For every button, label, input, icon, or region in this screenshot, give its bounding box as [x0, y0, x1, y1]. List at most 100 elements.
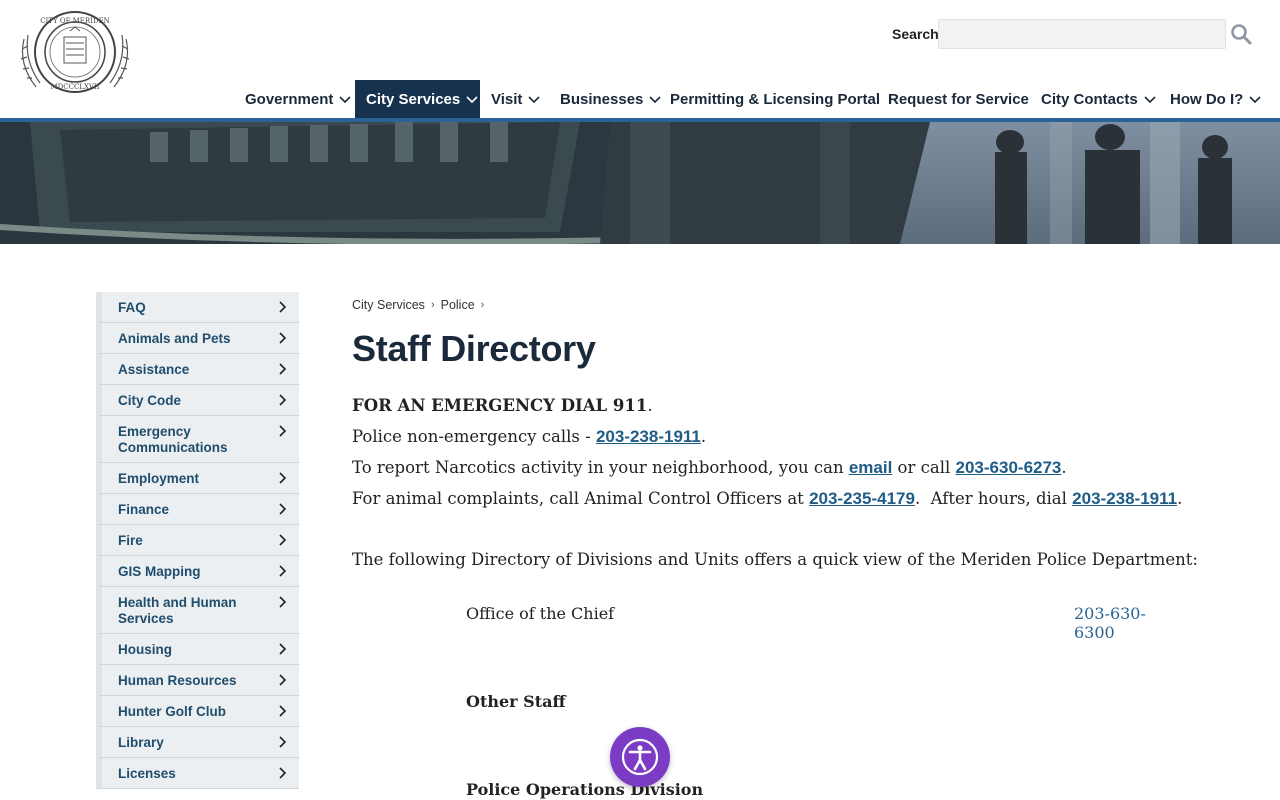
nav-item-visit[interactable]: Visit	[491, 80, 540, 118]
after-hours-phone-link[interactable]: 203-238-1911	[1072, 489, 1177, 508]
sidebar-item-fire[interactable]: Fire	[96, 525, 299, 556]
non-emergency-phone-link[interactable]: 203-238-1911	[596, 427, 701, 446]
sidebar-item-label: Health and Human Services	[118, 595, 237, 626]
nav-label: Permitting & Licensing Portal	[670, 90, 881, 108]
chevron-down-icon	[528, 96, 540, 104]
narcotics-text: To report Narcotics activity in your nei…	[352, 458, 849, 477]
chevron-right-icon	[279, 472, 287, 484]
sidebar-item-label: Emergency Communications	[118, 424, 228, 455]
chevron-right-icon	[279, 301, 287, 313]
site-header: CITY OF MERIDEN MDCCCLXVII Search Govern…	[0, 0, 1280, 118]
sidebar-item-label: Animals and Pets	[118, 331, 231, 346]
page-body: FOR AN EMERGENCY DIAL 911. Police non-em…	[352, 390, 1232, 575]
sidebar-item-label: Fire	[118, 533, 143, 548]
nav-item-how-do-i[interactable]: How Do I?	[1170, 80, 1261, 118]
sidebar-item-health-and-human-services[interactable]: Health and Human Services	[96, 587, 299, 634]
non-emergency-line: Police non-emergency calls - 203-238-191…	[352, 421, 1232, 452]
nav-label: City Contacts	[1041, 90, 1138, 108]
chevron-right-icon	[279, 394, 287, 406]
sidebar-item-faq[interactable]: FAQ	[96, 292, 299, 323]
chevron-down-icon	[1249, 96, 1261, 104]
section-heading-other-staff: Other Staff	[466, 692, 566, 711]
sidebar-item-label: Hunter Golf Club	[118, 704, 226, 719]
chevron-right-icon	[279, 332, 287, 344]
animal-text: For animal complaints, call Animal Contr…	[352, 489, 810, 508]
sidebar-item-assistance[interactable]: Assistance	[96, 354, 299, 385]
nav-label: Government	[245, 90, 334, 108]
chevron-right-icon	[279, 534, 287, 546]
sidebar-item-label: Human Resources	[118, 673, 237, 688]
nav-label: Businesses	[560, 90, 644, 108]
sidebar-item-licenses[interactable]: Licenses	[96, 758, 299, 789]
sidebar-item-label: GIS Mapping	[118, 564, 201, 579]
chevron-down-icon	[466, 96, 478, 104]
sidebar-item-animals-and-pets[interactable]: Animals and Pets	[96, 323, 299, 354]
chevron-right-icon	[279, 643, 287, 655]
sidebar-item-housing[interactable]: Housing	[96, 634, 299, 665]
email-link[interactable]: email	[849, 458, 892, 477]
sidebar-item-label: FAQ	[118, 300, 146, 315]
punctuation: .	[700, 427, 707, 446]
narcotics-mid-text: or call	[892, 458, 956, 477]
breadcrumb-separator: ›	[430, 299, 435, 311]
chevron-right-icon	[279, 736, 287, 748]
accessibility-button[interactable]	[610, 727, 670, 787]
punctuation: .	[1061, 458, 1067, 477]
non-emergency-text: Police non-emergency calls -	[352, 427, 596, 446]
nav-item-businesses[interactable]: Businesses	[560, 80, 661, 118]
sidebar-item-label: Housing	[118, 642, 172, 657]
accessibility-icon	[621, 738, 659, 776]
sidebar-item-label: Licenses	[118, 766, 176, 781]
nav-item-city-services[interactable]: City Services	[355, 80, 480, 118]
sidebar-item-library[interactable]: Library	[96, 727, 299, 758]
chevron-down-icon	[339, 96, 351, 104]
sidebar-item-gis-mapping[interactable]: GIS Mapping	[96, 556, 299, 587]
sidebar-item-label: Finance	[118, 502, 170, 517]
sidebar-item-label: Assistance	[118, 362, 190, 377]
breadcrumb-separator: ›	[480, 299, 485, 311]
page-title: Staff Directory	[352, 328, 596, 369]
sidebar-item-finance[interactable]: Finance	[96, 494, 299, 525]
sidebar-item-label: Employment	[118, 471, 200, 486]
narcotics-line: To report Narcotics activity in your nei…	[352, 452, 1232, 483]
narcotics-phone-link[interactable]: 203-630-6273	[956, 458, 1062, 477]
emergency-text: FOR AN EMERGENCY DIAL 911	[352, 396, 648, 415]
chevron-right-icon	[279, 767, 287, 779]
sidebar-item-emergency-communications[interactable]: Emergency Communications	[96, 416, 299, 463]
search-icon[interactable]	[1229, 22, 1253, 46]
chevron-right-icon	[279, 425, 287, 437]
punctuation: .	[647, 396, 653, 415]
sidebar-item-employment[interactable]: Employment	[96, 463, 299, 494]
search-input[interactable]	[938, 19, 1226, 49]
nav-label: How Do I?	[1170, 90, 1244, 108]
nav-label: City Services	[366, 90, 461, 108]
chevron-right-icon	[279, 363, 287, 375]
breadcrumb: City Services › Police ›	[352, 298, 1232, 312]
sidebar-item-human-resources[interactable]: Human Resources	[96, 665, 299, 696]
chevron-right-icon	[279, 503, 287, 515]
sidebar-item-city-code[interactable]: City Code	[96, 385, 299, 416]
nav-item-city-contacts[interactable]: City Contacts	[1041, 80, 1156, 118]
sidebar-item-hunter-golf-club[interactable]: Hunter Golf Club	[96, 696, 299, 727]
directory-name: Office of the Chief	[466, 604, 615, 623]
nav-item-government[interactable]: Government	[245, 80, 351, 118]
nav-item-request-for-service[interactable]: Request for Service	[888, 80, 1029, 118]
animal-complaints-line: For animal complaints, call Animal Contr…	[352, 483, 1232, 514]
breadcrumb-link-police[interactable]: Police	[441, 298, 475, 312]
nav-item-permitting-portal[interactable]: Permitting & Licensing Portal	[670, 80, 880, 118]
animal-control-phone-link[interactable]: 203-235-4179	[809, 489, 915, 508]
animal-mid-text: . After hours, dial	[914, 489, 1073, 508]
hero-banner-image	[0, 122, 1280, 244]
sidebar-item-label: City Code	[118, 393, 182, 408]
chevron-right-icon	[279, 596, 287, 608]
nav-label: Request for Service	[888, 90, 1029, 108]
punctuation: .	[1177, 489, 1183, 508]
chevron-right-icon	[279, 565, 287, 577]
breadcrumb-link-city-services[interactable]: City Services	[352, 298, 425, 312]
directory-phone-link[interactable]: 203-630-6300	[1074, 604, 1166, 642]
logo-text-top: CITY OF MERIDEN	[40, 17, 110, 25]
chevron-down-icon	[649, 96, 661, 104]
sidebar-item-label: Library	[118, 735, 164, 750]
chevron-right-icon	[279, 705, 287, 717]
sidebar-nav: FAQ Animals and Pets Assistance City Cod…	[96, 292, 299, 789]
